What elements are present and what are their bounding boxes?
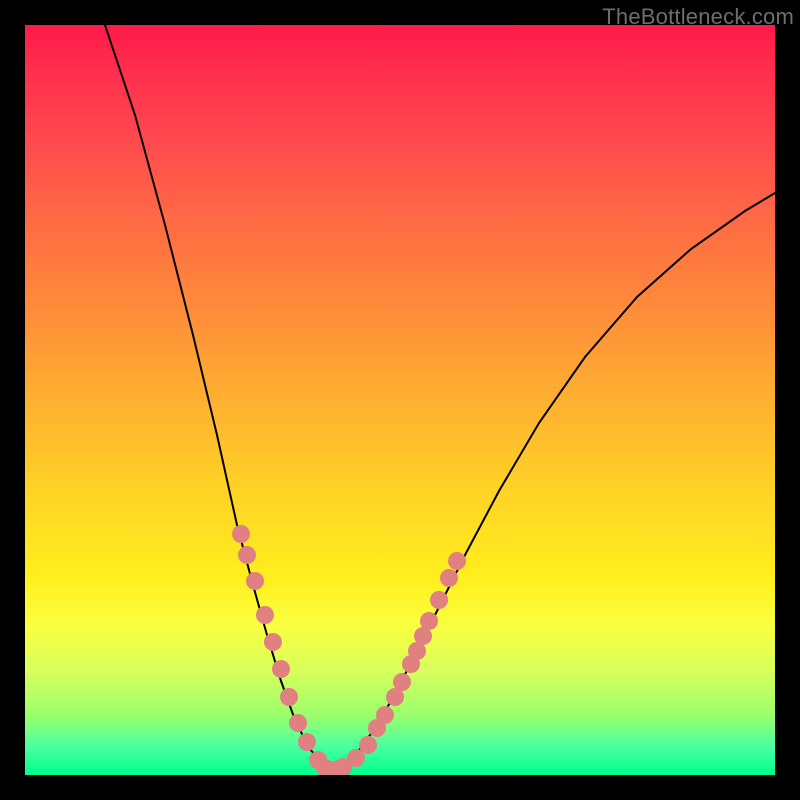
marker-right-7 xyxy=(420,612,438,630)
marker-left-6 xyxy=(280,688,298,706)
marker-right-3 xyxy=(393,673,411,691)
marker-left-4 xyxy=(264,633,282,651)
marker-right-9 xyxy=(440,569,458,587)
marker-right-8 xyxy=(430,591,448,609)
marker-left-8 xyxy=(298,733,316,751)
marker-left-1 xyxy=(238,546,256,564)
marker-left-5 xyxy=(272,660,290,678)
chart-plot-area xyxy=(25,25,775,775)
marker-left-7 xyxy=(289,714,307,732)
bottleneck-curve-chart xyxy=(25,25,775,775)
marker-right-10 xyxy=(448,552,466,570)
curve-marker-group xyxy=(232,525,466,775)
marker-right-1 xyxy=(376,706,394,724)
watermark-text: TheBottleneck.com xyxy=(602,4,794,30)
marker-valley-6 xyxy=(359,736,377,754)
curve-left-arm xyxy=(105,25,330,769)
marker-left-0 xyxy=(232,525,250,543)
marker-left-2 xyxy=(246,572,264,590)
marker-left-3 xyxy=(256,606,274,624)
